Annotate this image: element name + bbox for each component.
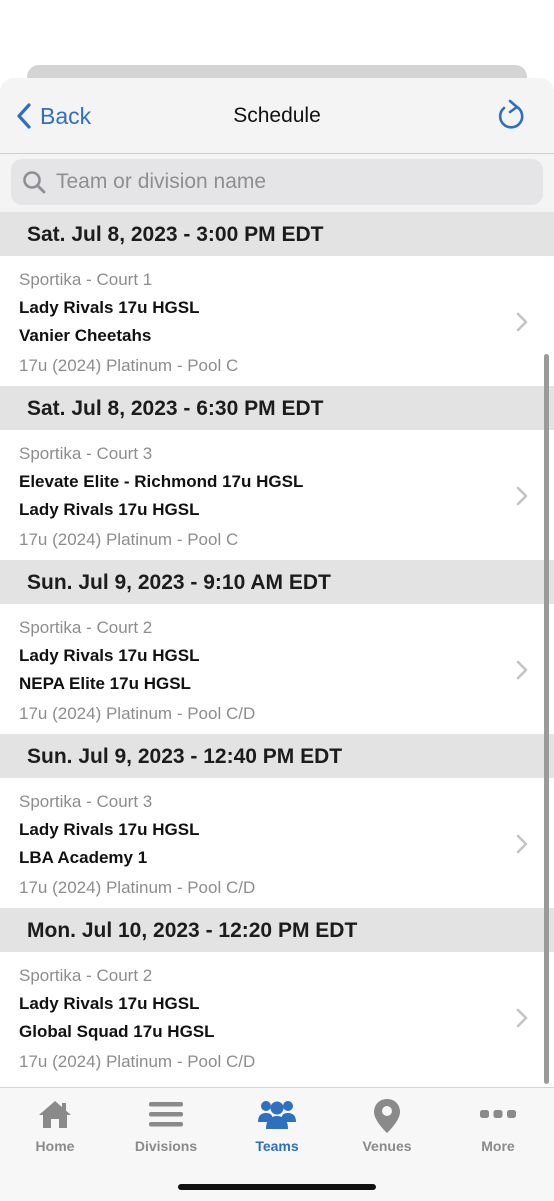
- search-field[interactable]: [11, 159, 543, 205]
- navigation-bar: Back Schedule: [0, 78, 554, 154]
- tab-divisions[interactable]: Divisions: [111, 1088, 221, 1162]
- location-pin-icon: [374, 1099, 400, 1133]
- search-icon: [23, 171, 46, 194]
- refresh-button[interactable]: [496, 98, 526, 132]
- game-venue: Sportika - Court 1: [19, 270, 153, 289]
- list-icon: [149, 1102, 183, 1127]
- game-division: 17u (2024) Platinum - Pool C/D: [19, 1052, 256, 1071]
- game-row[interactable]: Sportika - Court 2 Lady Rivals 17u HGSL …: [0, 952, 554, 1082]
- game-team-1: Lady Rivals 17u HGSL: [19, 820, 200, 839]
- chevron-right-icon: [516, 486, 528, 506]
- game-row[interactable]: Sportika - Court 2 Lady Rivals 17u HGSL …: [0, 604, 554, 734]
- game-division: 17u (2024) Platinum - Pool C/D: [19, 878, 256, 897]
- chevron-right-icon: [516, 1008, 528, 1028]
- home-indicator[interactable]: [178, 1184, 376, 1190]
- tab-teams[interactable]: Teams: [222, 1088, 332, 1162]
- chevron-right-icon: [516, 834, 528, 854]
- game-venue: Sportika - Court 3: [19, 444, 153, 463]
- ellipsis-icon: [480, 1110, 516, 1118]
- section-header: Mon. Jul 10, 2023 - 12:20 PM EDT: [0, 908, 554, 952]
- schedule-sheet: Back Schedule Sat. Jul 8, 2023 - 3:00 PM…: [0, 78, 554, 1200]
- game-venue: Sportika - Court 2: [19, 966, 153, 985]
- game-team-2: NEPA Elite 17u HGSL: [19, 674, 191, 693]
- section-header: Sat. Jul 8, 2023 - 3:00 PM EDT: [0, 212, 554, 256]
- game-row[interactable]: Sportika - Court 3 Lady Rivals 17u HGSL …: [0, 778, 554, 908]
- scrollbar[interactable]: [544, 354, 549, 1084]
- game-row[interactable]: Sportika - Court 3 Elevate Elite - Richm…: [0, 430, 554, 560]
- page-title: Schedule: [233, 104, 321, 127]
- people-icon: [258, 1101, 296, 1129]
- game-team-1: Lady Rivals 17u HGSL: [19, 298, 200, 317]
- tab-label: Venues: [362, 1138, 412, 1154]
- tab-label: Teams: [255, 1138, 299, 1154]
- tab-venues[interactable]: Venues: [332, 1088, 442, 1162]
- refresh-icon: [498, 99, 524, 129]
- home-icon: [39, 1101, 71, 1128]
- section-header: Sat. Jul 8, 2023 - 6:30 PM EDT: [0, 386, 554, 430]
- tab-more[interactable]: More: [443, 1088, 553, 1162]
- game-team-2: LBA Academy 1: [19, 848, 148, 867]
- game-team-2: Vanier Cheetahs: [19, 326, 152, 345]
- game-team-1: Elevate Elite - Richmond 17u HGSL: [19, 472, 304, 491]
- game-division: 17u (2024) Platinum - Pool C: [19, 356, 239, 375]
- game-team-1: Lady Rivals 17u HGSL: [19, 646, 200, 665]
- game-venue: Sportika - Court 3: [19, 792, 153, 811]
- game-division: 17u (2024) Platinum - Pool C: [19, 530, 239, 549]
- game-division: 17u (2024) Platinum - Pool C/D: [19, 704, 256, 723]
- section-header: Sun. Jul 9, 2023 - 9:10 AM EDT: [0, 560, 554, 604]
- chevron-right-icon: [516, 660, 528, 680]
- tab-label: Home: [35, 1138, 75, 1154]
- schedule-list: Sat. Jul 8, 2023 - 3:00 PM EDT Sportika …: [0, 212, 554, 1090]
- tab-label: Divisions: [134, 1138, 198, 1154]
- search-input[interactable]: [54, 169, 518, 195]
- search-bar: [0, 154, 554, 210]
- game-team-1: Lady Rivals 17u HGSL: [19, 994, 200, 1013]
- game-row[interactable]: Sportika - Court 1 Lady Rivals 17u HGSL …: [0, 256, 554, 386]
- game-team-2: Global Squad 17u HGSL: [19, 1022, 215, 1041]
- tab-label: More: [481, 1138, 515, 1154]
- chevron-right-icon: [516, 312, 528, 332]
- section-header: Sun. Jul 9, 2023 - 12:40 PM EDT: [0, 734, 554, 778]
- game-team-2: Lady Rivals 17u HGSL: [19, 500, 200, 519]
- tab-home[interactable]: Home: [0, 1088, 110, 1162]
- game-venue: Sportika - Court 2: [19, 618, 153, 637]
